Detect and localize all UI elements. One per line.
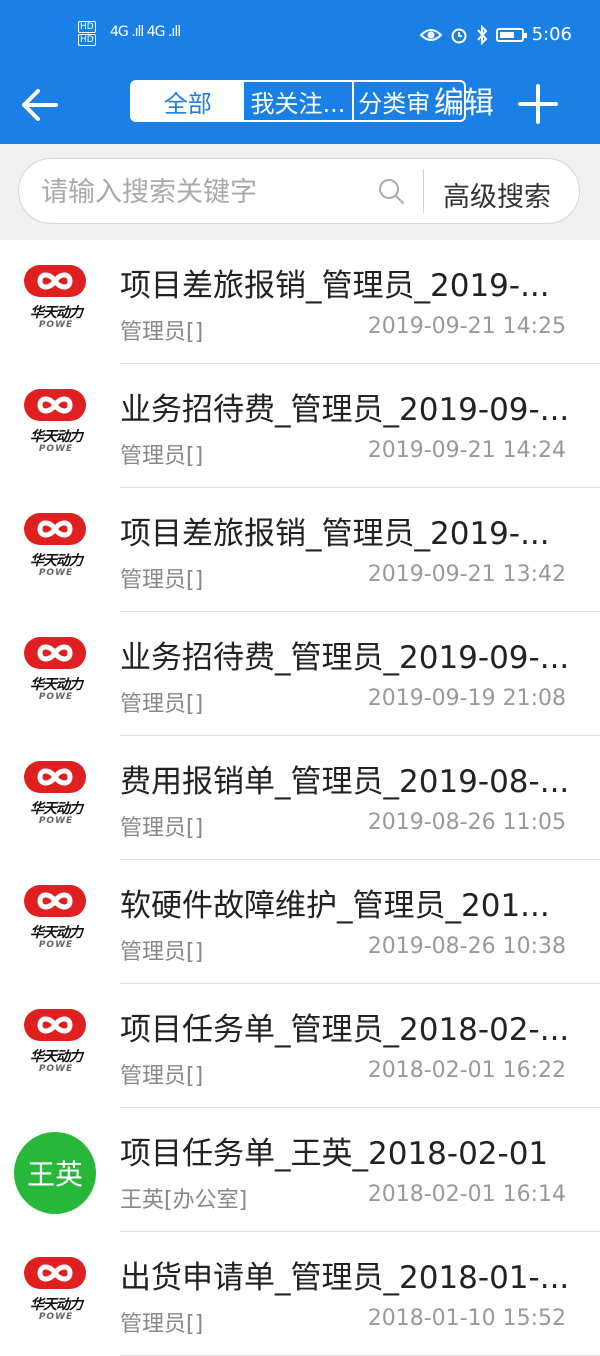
item-title: 项目任务单_王英_2018-02-01 (120, 1136, 549, 1172)
brand-logo-icon: 华天动力 POWE (18, 634, 94, 708)
list-item[interactable]: 华天动力 POWE 费用报销单_管理员_2019-08-... 管理员[] 2019-0… (0, 736, 600, 860)
search-icon[interactable] (377, 177, 405, 205)
item-title: 项目差旅报销_管理员_2019-... (120, 516, 550, 552)
item-sender: 管理员[] (120, 940, 204, 965)
infinity-logo-icon (24, 761, 86, 793)
list-item[interactable]: 华天动力 POWE 项目差旅报销_管理员_2019-... 管理员[] 2019-09-… (0, 240, 600, 364)
status-bar: HD HD 4G .ıll 4G .ıll 5:06 (0, 0, 600, 72)
brand-logo-icon: 华天动力 POWE (18, 1006, 94, 1080)
item-sender: 管理员[] (120, 1312, 204, 1337)
brand-sub: POWE (38, 1312, 74, 1322)
item-title: 业务招待费_管理员_2019-09-... (120, 392, 570, 428)
add-icon[interactable] (516, 82, 560, 126)
item-time: 2018-01-10 15:52 (367, 1306, 566, 1331)
item-sender: 王英[办公室] (120, 1188, 248, 1213)
hd-indicators: HD HD (78, 20, 98, 46)
brand-name: 华天动力 (30, 925, 83, 941)
item-title: 项目任务单_管理员_2018-02-... (120, 1012, 570, 1048)
app-bar: 全部 我关注... 分类审 编辑 (0, 72, 600, 144)
bluetooth-icon (476, 24, 487, 45)
item-time: 2019-09-21 13:42 (367, 562, 566, 587)
brand-sub: POWE (38, 568, 74, 578)
brand-sub: POWE (38, 816, 74, 826)
list-item[interactable]: 华天动力 POWE 出货申请单_管理员_2018-01-... 管理员[] 2018-0… (0, 1232, 600, 1356)
brand-logo-icon: 华天动力 POWE (18, 1254, 94, 1328)
infinity-logo-icon (24, 513, 86, 545)
item-title: 业务招待费_管理员_2019-09-... (120, 640, 570, 676)
search-box: 高级搜索 (18, 158, 580, 224)
brand-sub: POWE (38, 940, 74, 950)
item-time: 2019-08-26 11:05 (367, 810, 566, 835)
alarm-icon (451, 28, 467, 43)
brand-name: 华天动力 (30, 1049, 83, 1065)
infinity-logo-icon (24, 265, 86, 297)
item-time: 2019-08-26 10:38 (367, 934, 566, 959)
brand-name: 华天动力 (30, 677, 83, 693)
search-area: 高级搜索 (0, 144, 600, 240)
search-divider (423, 169, 424, 213)
brand-name: 华天动力 (30, 305, 83, 321)
advanced-search-button[interactable]: 高级搜索 (443, 175, 551, 214)
item-title: 费用报销单_管理员_2019-08-... (120, 764, 570, 800)
battery-icon (495, 27, 527, 42)
item-time: 2018-02-01 16:22 (367, 1058, 566, 1083)
item-sender: 管理员[] (120, 692, 204, 717)
tab-all[interactable]: 全部 (132, 82, 244, 120)
infinity-logo-icon (24, 389, 86, 421)
list-item[interactable]: 华天动力 POWE 项目任务单_管理员_2018-02-... 管理员[] 2018-0… (0, 984, 600, 1108)
item-title: 软硬件故障维护_管理员_201... (120, 888, 550, 924)
list-item[interactable]: 华天动力 POWE 业务招待费_管理员_2019-09-... 管理员[] 2019-0… (0, 612, 600, 736)
item-time: 2018-02-01 16:14 (367, 1182, 566, 1207)
brand-sub: POWE (38, 1064, 74, 1074)
brand-sub: POWE (38, 444, 74, 454)
filter-tabs: 全部 我关注... 分类审 (130, 80, 466, 122)
clock: 5:06 (531, 24, 572, 45)
signal-icon: 4G .ıll 4G .ıll (110, 24, 181, 40)
brand-name: 华天动力 (30, 429, 83, 445)
list-item[interactable]: 华天动力 POWE 业务招待费_管理员_2019-09-... 管理员[] 2019-0… (0, 364, 600, 488)
item-time: 2019-09-19 21:08 (367, 686, 566, 711)
brand-name: 华天动力 (30, 801, 83, 817)
brand-logo-icon: 华天动力 POWE (18, 510, 94, 584)
list-item[interactable]: 华天动力 POWE 软硬件故障维护_管理员_201... 管理员[] 2019-08-2… (0, 860, 600, 984)
item-title: 项目差旅报销_管理员_2019-... (120, 268, 550, 304)
item-sender: 管理员[] (120, 320, 204, 345)
document-list: 华天动力 POWE 项目差旅报销_管理员_2019-... 管理员[] 2019-09-… (0, 240, 600, 1356)
brand-sub: POWE (38, 692, 74, 702)
item-sender: 管理员[] (120, 444, 204, 469)
item-sender: 管理员[] (120, 568, 204, 593)
item-sender: 管理员[] (120, 816, 204, 841)
search-input[interactable] (39, 171, 373, 213)
infinity-logo-icon (24, 637, 86, 669)
brand-name: 华天动力 (30, 553, 83, 569)
infinity-logo-icon (24, 885, 86, 917)
item-time: 2019-09-21 14:24 (367, 438, 566, 463)
brand-logo-icon: 华天动力 POWE (18, 758, 94, 832)
brand-logo-icon: 华天动力 POWE (18, 386, 94, 460)
item-title: 出货申请单_管理员_2018-01-... (120, 1260, 570, 1296)
item-time: 2019-09-21 14:25 (367, 314, 566, 339)
tab-following[interactable]: 我关注... (244, 82, 355, 120)
list-item[interactable]: 王英 项目任务单_王英_2018-02-01 王英[办公室] 2018-02-01 1… (0, 1108, 600, 1232)
eye-icon (419, 28, 442, 41)
hd-badge-top: HD (78, 21, 96, 33)
hd-badge-bottom: HD (78, 34, 96, 46)
item-sender: 管理员[] (120, 1064, 204, 1089)
list-item[interactable]: 华天动力 POWE 项目差旅报销_管理员_2019-... 管理员[] 2019-09-… (0, 488, 600, 612)
back-arrow-icon[interactable] (18, 84, 60, 126)
brand-name: 华天动力 (30, 1297, 83, 1313)
infinity-logo-icon (24, 1257, 86, 1289)
infinity-logo-icon (24, 1009, 86, 1041)
brand-logo-icon: 华天动力 POWE (18, 882, 94, 956)
user-avatar: 王英 (14, 1132, 96, 1214)
brand-sub: POWE (38, 320, 74, 330)
brand-logo-icon: 华天动力 POWE (18, 262, 94, 336)
status-right: 5:06 (419, 24, 572, 45)
edit-button[interactable]: 编辑 (434, 78, 494, 122)
